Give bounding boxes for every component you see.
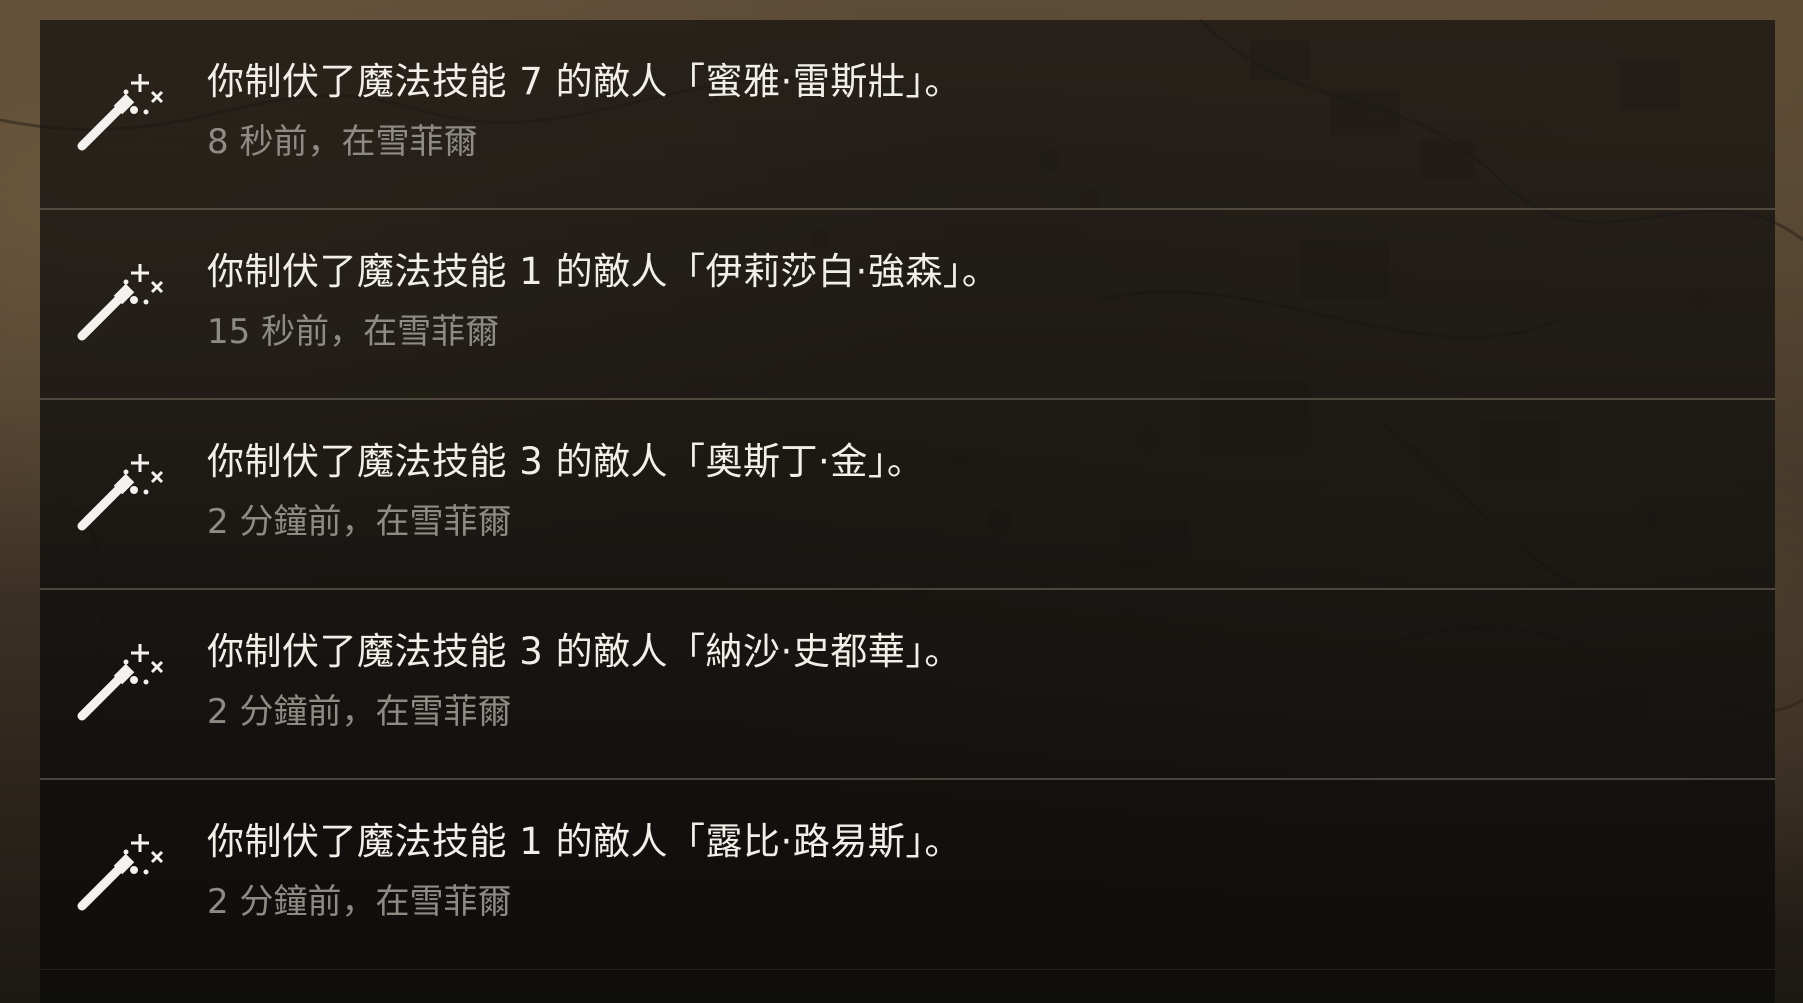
notification-message: 你制伏了魔法技能 3 的敵人「納沙·史都華」。 [207,630,962,673]
magic-wand-icon [77,454,164,531]
notification-meta: 2 分鐘前，在雪菲爾 [207,882,512,922]
notification-item[interactable]: 你制伏了魔法技能 3 的敵人「奧斯丁·金」。 2 分鐘前，在雪菲爾 [40,400,1775,590]
notification-message: 你制伏了魔法技能 3 的敵人「奧斯丁·金」。 [207,440,925,483]
notification-list: 你制伏了魔法技能 7 的敵人「蜜雅·雷斯壯」。 8 秒前，在雪菲爾 你制伏了魔法… [40,20,1775,1003]
notification-item[interactable]: 你制伏了魔法技能 1 的敵人「伊莉莎白·強森」。 15 秒前，在雪菲爾 [40,210,1775,400]
notification-meta: 2 分鐘前，在雪菲爾 [207,692,512,732]
notification-meta: 15 秒前，在雪菲爾 [207,312,500,352]
notification-item[interactable]: 你制伏了魔法技能 1 的敵人「露比·路易斯」。 2 分鐘前，在雪菲爾 [40,780,1775,970]
notification-message: 你制伏了魔法技能 1 的敵人「伊莉莎白·強森」。 [207,250,1000,293]
magic-wand-icon [77,264,164,341]
magic-wand-icon [77,74,164,151]
notification-item[interactable]: 你制伏了魔法技能 3 的敵人「納沙·史都華」。 2 分鐘前，在雪菲爾 [40,590,1775,780]
notification-message: 你制伏了魔法技能 7 的敵人「蜜雅·雷斯壯」。 [207,60,962,103]
magic-wand-icon [77,834,164,911]
magic-wand-icon [77,644,164,721]
notification-item[interactable]: 你制伏了魔法技能 7 的敵人「蜜雅·雷斯壯」。 8 秒前，在雪菲爾 [40,20,1775,210]
notification-meta: 2 分鐘前，在雪菲爾 [207,502,512,542]
notification-meta: 8 秒前，在雪菲爾 [207,122,478,162]
notification-message: 你制伏了魔法技能 1 的敵人「露比·路易斯」。 [207,820,962,863]
